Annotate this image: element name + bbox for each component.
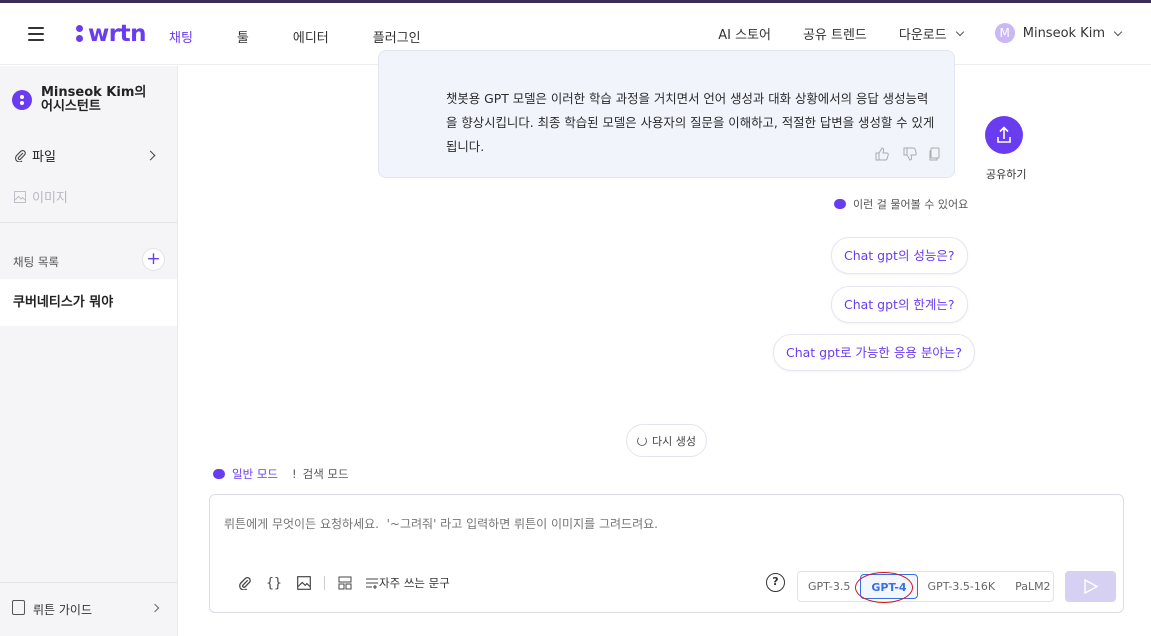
main-nav: 채팅 툴 에디터 플러그인 bbox=[169, 27, 465, 46]
regenerate-label: 다시 생성 bbox=[652, 434, 696, 448]
normal-mode-button[interactable]: 일반 모드 bbox=[213, 466, 278, 482]
toolbar-divider bbox=[324, 576, 325, 590]
regenerate-button[interactable]: 다시 생성 bbox=[626, 424, 707, 457]
prompt-input[interactable] bbox=[210, 517, 1120, 531]
assistant-message: 챗봇용 GPT 모델은 이러한 학습 과정을 거치면서 언어 생성과 대화 상황… bbox=[378, 50, 955, 178]
chevron-down-icon bbox=[1113, 27, 1123, 36]
suggestion-hint: 이런 걸 물어볼 수 있어요 bbox=[834, 196, 968, 212]
suggestion-chip[interactable]: Chat gpt의 성능은? bbox=[831, 237, 968, 274]
refresh-icon bbox=[637, 435, 647, 446]
nav-editor[interactable]: 에디터 bbox=[293, 27, 329, 46]
suggestion-hint-text: 이런 걸 물어볼 수 있어요 bbox=[853, 198, 969, 211]
sidebar: Minseok Kim의 어시스턴트 파일 이미지 채팅 목록 + 쿠버네티스가… bbox=[0, 66, 178, 636]
logo-dots-icon bbox=[76, 23, 84, 45]
nav-ai-store[interactable]: AI 스토어 bbox=[718, 24, 771, 43]
chat-list-title: 채팅 목록 bbox=[13, 255, 59, 269]
copy-icon[interactable] bbox=[928, 146, 942, 161]
menu-icon[interactable] bbox=[28, 27, 44, 41]
suggestion-chip[interactable]: Chat gpt로 가능한 응용 분야는? bbox=[773, 334, 976, 371]
right-nav: AI 스토어 공유 트렌드 다운로드 M Minseok Kim bbox=[686, 23, 1123, 43]
book-icon bbox=[12, 600, 25, 615]
thumbs-up-icon[interactable] bbox=[875, 146, 889, 161]
ai-store-label: AI 스토어 bbox=[718, 27, 771, 43]
sidebar-divider bbox=[0, 222, 177, 223]
red-annotation-circle bbox=[855, 572, 914, 603]
nav-shared-trends[interactable]: 공유 트렌드 bbox=[803, 24, 867, 43]
chevron-right-icon bbox=[145, 150, 156, 161]
send-icon bbox=[1084, 578, 1099, 595]
logo[interactable]: wrtn bbox=[76, 21, 146, 47]
download-label: 다운로드 bbox=[898, 27, 947, 43]
user-menu[interactable]: M Minseok Kim bbox=[994, 23, 1123, 43]
image-icon[interactable] bbox=[296, 575, 312, 591]
wrtn-guide[interactable]: 뤼튼 가이드 bbox=[0, 582, 177, 636]
share-label: 공유하기 bbox=[986, 168, 1027, 181]
search-mode-button[interactable]: ! 검색 모드 bbox=[292, 466, 349, 482]
image-label: 이미지 bbox=[32, 191, 68, 206]
sidebar-item-image: 이미지 bbox=[14, 187, 164, 206]
chat-list-item[interactable]: 쿠버네티스가 뭐야 bbox=[0, 279, 177, 326]
frequent-phrases-button[interactable]: 자주 쓰는 문구 bbox=[365, 575, 450, 591]
image-icon bbox=[14, 190, 26, 203]
search-mode-label: 검색 모드 bbox=[302, 467, 349, 481]
send-button[interactable] bbox=[1065, 571, 1116, 602]
logo-text: wrtn bbox=[88, 21, 146, 47]
chevron-right-icon bbox=[150, 603, 160, 613]
thumbs-down-icon[interactable] bbox=[903, 146, 917, 161]
mode-selector: 일반 모드 ! 검색 모드 bbox=[213, 466, 349, 482]
assistant-icon bbox=[12, 90, 32, 110]
share-icon bbox=[997, 126, 1011, 143]
normal-mode-label: 일반 모드 bbox=[232, 467, 278, 481]
sidebar-item-file[interactable]: 파일 bbox=[14, 146, 164, 165]
code-braces-icon[interactable]: {} bbox=[264, 575, 284, 591]
user-name: Minseok Kim bbox=[1022, 25, 1105, 41]
nav-download[interactable]: 다운로드 bbox=[898, 24, 964, 43]
nav-tool[interactable]: 툴 bbox=[237, 27, 249, 46]
nav-plugin[interactable]: 플러그인 bbox=[373, 27, 421, 46]
message-text: 챗봇용 GPT 모델은 이러한 학습 과정을 거치면서 언어 생성과 대화 상황… bbox=[446, 91, 935, 154]
trend-label: 공유 트렌드 bbox=[802, 27, 867, 43]
guide-label: 뤼튼 가이드 bbox=[33, 603, 93, 617]
template-icon[interactable] bbox=[337, 575, 353, 591]
nav-chat[interactable]: 채팅 bbox=[169, 27, 193, 46]
list-plus-icon bbox=[366, 578, 378, 589]
assistant-name: Minseok Kim의 어시스턴트 bbox=[41, 85, 147, 114]
assistant-selector[interactable]: Minseok Kim의 어시스턴트 bbox=[12, 86, 161, 114]
speech-bubble-icon bbox=[834, 199, 846, 209]
model-option[interactable]: GPT-3.5-16K bbox=[918, 574, 1006, 599]
chevron-down-icon bbox=[955, 27, 964, 36]
attach-icon[interactable] bbox=[236, 575, 252, 591]
input-toolbar: {} 자주 쓰는 문구 bbox=[236, 575, 450, 591]
share-button[interactable] bbox=[985, 116, 1023, 154]
frequent-phrases-label: 자주 쓰는 문구 bbox=[379, 576, 450, 590]
model-option-selected[interactable]: GPT-4 bbox=[855, 572, 918, 603]
new-chat-button[interactable]: + bbox=[142, 248, 165, 271]
help-icon[interactable]: ? bbox=[766, 573, 785, 592]
prompt-box: {} 자주 쓰는 문구 ? GPT-3.5 GPT-4 GPT-3.5-16K … bbox=[209, 494, 1124, 613]
suggestion-chip[interactable]: Chat gpt의 한계는? bbox=[831, 286, 968, 323]
exclamation-icon: ! bbox=[291, 467, 297, 481]
speech-bubble-icon bbox=[213, 469, 225, 479]
avatar: M bbox=[994, 23, 1015, 43]
model-selector: GPT-3.5 GPT-4 GPT-3.5-16K PaLM2 bbox=[797, 571, 1054, 603]
model-option[interactable]: GPT-3.5 bbox=[798, 574, 860, 599]
paperclip-icon bbox=[15, 150, 26, 162]
file-label: 파일 bbox=[32, 150, 56, 165]
model-option[interactable]: PaLM2 bbox=[1005, 574, 1061, 599]
